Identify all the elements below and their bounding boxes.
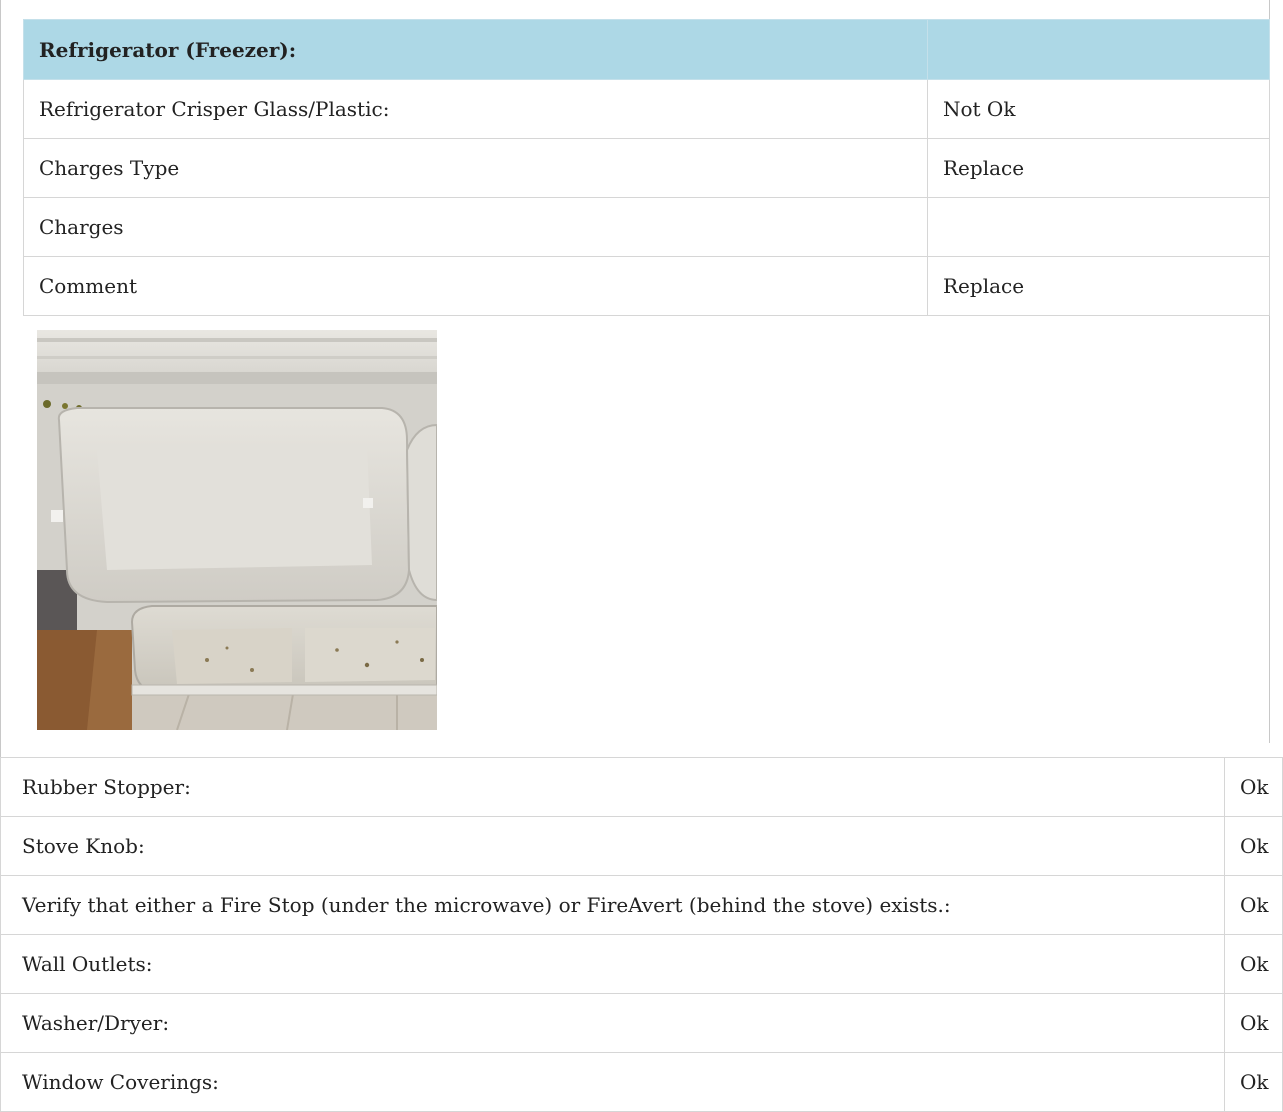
item-value: Ok <box>1224 875 1283 935</box>
freezer-door-photo[interactable] <box>37 330 437 730</box>
item-label: Window Coverings: <box>0 1052 1225 1112</box>
item-value: Ok <box>1224 757 1283 817</box>
table-row: Window Coverings: Ok <box>0 1052 1283 1112</box>
row-value: Not Ok <box>927 79 1270 139</box>
table-row: Comment Replace <box>23 256 1270 316</box>
row-label: Refrigerator Crisper Glass/Plastic: <box>23 79 928 139</box>
inspection-items-table: Rubber Stopper: Ok Stove Knob: Ok Verify… <box>0 757 1283 1112</box>
row-label: Comment <box>23 256 928 316</box>
table-row: Charges Type Replace <box>23 138 1270 198</box>
item-value: Ok <box>1224 993 1283 1053</box>
item-label: Rubber Stopper: <box>0 757 1225 817</box>
item-value: Ok <box>1224 934 1283 994</box>
item-label: Wall Outlets: <box>0 934 1225 994</box>
row-label: Charges <box>23 197 928 257</box>
item-label: Stove Knob: <box>0 816 1225 876</box>
row-value <box>927 197 1270 257</box>
table-row: Wall Outlets: Ok <box>0 934 1283 994</box>
table-row: Charges <box>23 197 1270 257</box>
table-row: Refrigerator Crisper Glass/Plastic: Not … <box>23 79 1270 139</box>
section-title-value <box>927 19 1270 80</box>
item-label: Washer/Dryer: <box>0 993 1225 1053</box>
table-row: Washer/Dryer: Ok <box>0 993 1283 1053</box>
item-value: Ok <box>1224 1052 1283 1112</box>
table-header-row: Refrigerator (Freezer): <box>23 19 1270 80</box>
freezer-door-photo-image <box>37 330 437 730</box>
item-label: Verify that either a Fire Stop (under th… <box>0 875 1225 935</box>
row-value: Replace <box>927 256 1270 316</box>
section-title: Refrigerator (Freezer): <box>23 19 928 80</box>
row-label: Charges Type <box>23 138 928 198</box>
table-row: Stove Knob: Ok <box>0 816 1283 876</box>
row-value: Replace <box>927 138 1270 198</box>
table-row: Rubber Stopper: Ok <box>0 757 1283 817</box>
refrigerator-freezer-table: Refrigerator (Freezer): Refrigerator Cri… <box>23 19 1270 316</box>
item-value: Ok <box>1224 816 1283 876</box>
table-row: Verify that either a Fire Stop (under th… <box>0 875 1283 935</box>
